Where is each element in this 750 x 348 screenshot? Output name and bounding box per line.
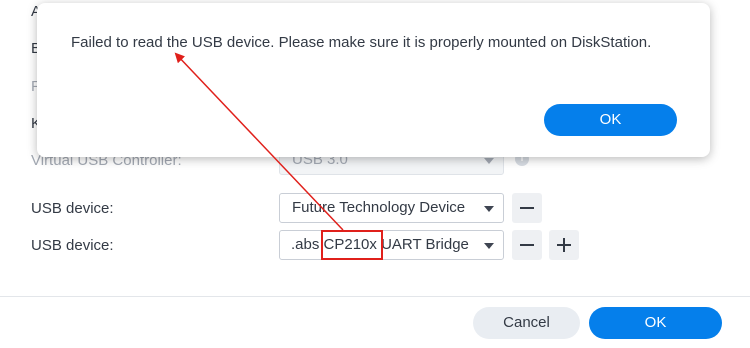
annotation-arrow-line [174,52,344,231]
annotation-arrow [174,52,344,231]
